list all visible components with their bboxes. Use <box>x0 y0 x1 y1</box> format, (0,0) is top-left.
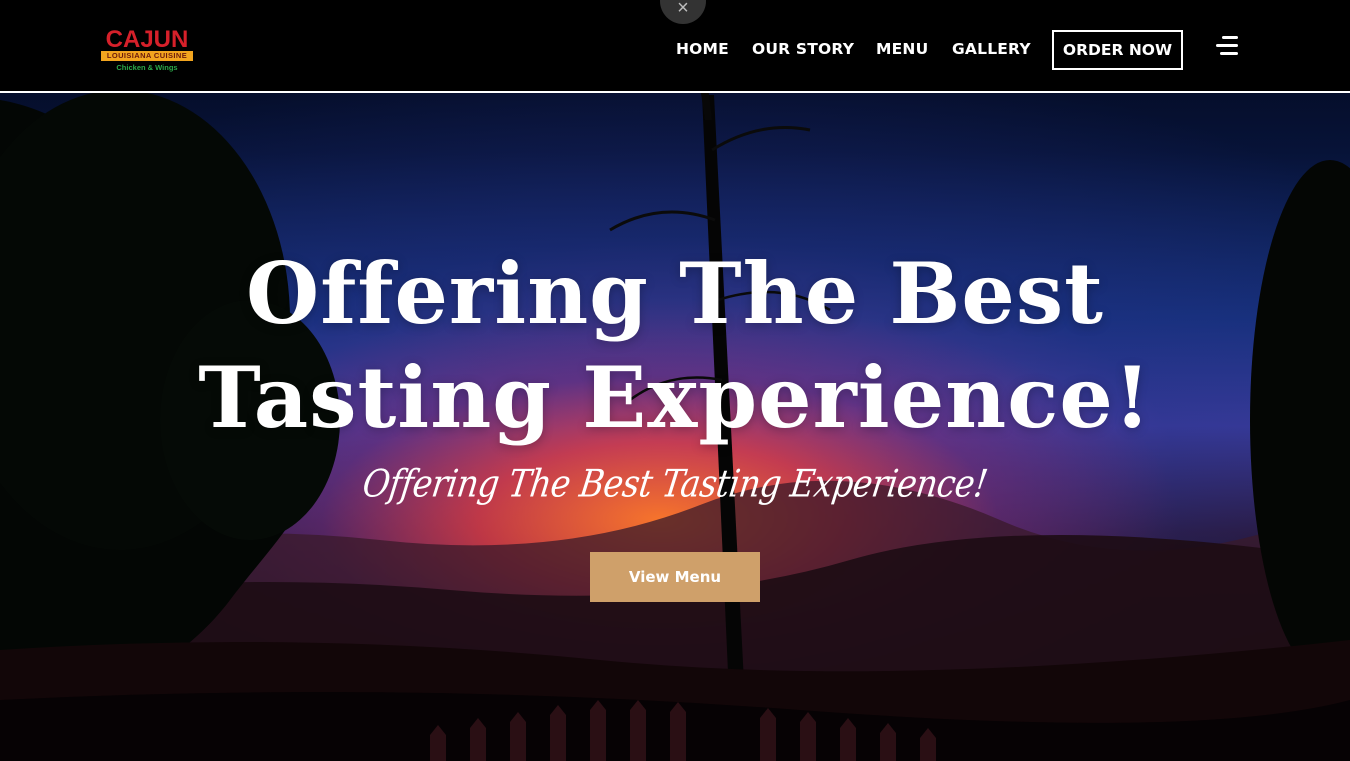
hero-subtitle: Offering The Best Tasting Experience! <box>359 461 991 506</box>
nav-our-story-link[interactable]: OUR STORY <box>752 39 854 59</box>
nav-gallery-link[interactable]: GALLERY <box>952 39 1031 59</box>
nav-menu-link[interactable]: MENU <box>876 39 928 59</box>
hero-title-line1: Offering The Best <box>246 244 1104 343</box>
hero-title: Offering The Best Tasting Experience! <box>175 242 1175 450</box>
hero-title-line2: Tasting Experience! <box>198 348 1152 447</box>
nav-home-link[interactable]: HOME <box>676 39 729 59</box>
hamburger-menu-icon[interactable] <box>1214 36 1238 56</box>
order-now-button[interactable]: ORDER NOW <box>1052 30 1183 70</box>
view-menu-button[interactable]: View Menu <box>590 552 760 602</box>
